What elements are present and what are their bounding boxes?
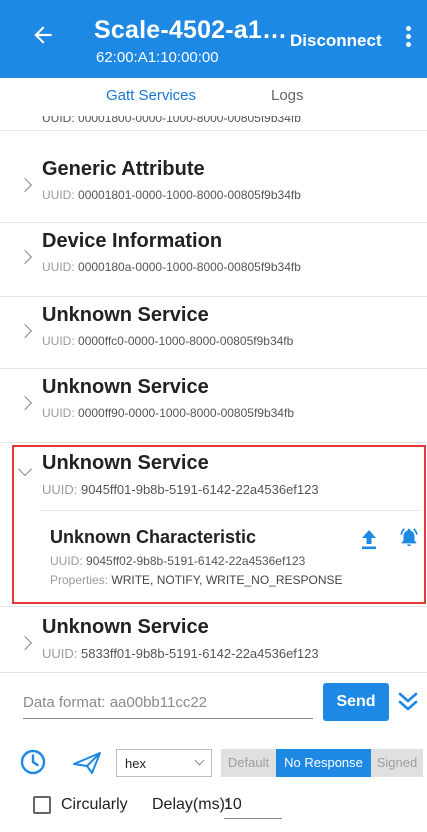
service-item-device-information[interactable]: Device Information UUID: 0000180a-0000-1… <box>0 224 427 296</box>
service-name: Generic Attribute <box>42 158 205 180</box>
data-input[interactable] <box>23 687 313 719</box>
device-mac-address: 62:00:A1:10:00:00 <box>96 49 219 66</box>
tab-bar: Gatt Services Logs <box>0 78 427 116</box>
write-type-signed[interactable]: Signed <box>371 749 423 777</box>
service-name: Device Information <box>42 230 223 252</box>
circularly-checkbox[interactable] <box>33 796 51 814</box>
service-item-unknown-ffc0[interactable]: Unknown Service UUID: 0000ffc0-0000-1000… <box>0 298 427 370</box>
service-name: Unknown Service <box>42 376 209 398</box>
paper-plane-icon[interactable] <box>72 751 102 775</box>
app-bar: Scale-4502-a1… 62:00:A1:10:00:00 Disconn… <box>0 0 427 78</box>
double-chevron-down-icon[interactable] <box>398 691 418 713</box>
data-format-select[interactable]: hex <box>116 749 212 777</box>
divider <box>0 296 427 297</box>
arrow-left-icon[interactable] <box>30 22 56 48</box>
divider <box>0 606 427 607</box>
service-uuid: UUID: 0000ff90-0000-1000-8000-00805f9b34… <box>42 406 294 420</box>
service-uuid: UUID: 0000180a-0000-1000-8000-00805f9b34… <box>42 260 301 274</box>
chevron-right-icon <box>17 395 33 411</box>
tab-gatt-services[interactable]: Gatt Services <box>106 87 196 104</box>
write-type-default[interactable]: Default <box>221 749 276 777</box>
device-name-title: Scale-4502-a1… <box>94 16 288 44</box>
service-uuid: UUID: 5833ff01-9b8b-5191-6142-22a4536ef1… <box>42 646 319 661</box>
chevron-right-icon <box>17 177 33 193</box>
write-panel: Send hex Default No Response Signed Circ… <box>0 672 427 832</box>
delay-input[interactable] <box>224 791 282 819</box>
divider <box>0 130 427 131</box>
data-format-value: hex <box>125 756 146 771</box>
tab-logs[interactable]: Logs <box>271 87 304 104</box>
service-item-unknown-ff90[interactable]: Unknown Service UUID: 0000ff90-0000-1000… <box>0 370 427 442</box>
chevron-right-icon <box>17 323 33 339</box>
disconnect-button[interactable]: Disconnect <box>290 31 382 51</box>
clock-icon[interactable] <box>20 749 46 775</box>
chevron-down-icon <box>194 755 205 766</box>
service-uuid: UUID: 00001801-0000-1000-8000-00805f9b34… <box>42 188 301 202</box>
divider <box>0 368 427 369</box>
service-name: Unknown Service <box>42 616 209 638</box>
delay-label: Delay(ms): <box>152 796 230 813</box>
service-uuid: UUID: 0000ffc0-0000-1000-8000-00805f9b34… <box>42 334 294 348</box>
circularly-label: Circularly <box>61 796 128 813</box>
send-button[interactable]: Send <box>323 683 389 721</box>
service-item-generic-attribute[interactable]: Generic Attribute UUID: 00001801-0000-10… <box>0 152 427 224</box>
highlight-box <box>12 445 426 604</box>
service-name: Unknown Service <box>42 304 209 326</box>
service-uuid: UUID: 00001800-0000-1000-8000-00805f9b34… <box>42 116 301 125</box>
divider <box>0 222 427 223</box>
chevron-right-icon <box>17 635 33 651</box>
chevron-right-icon <box>17 249 33 265</box>
write-type-no-response[interactable]: No Response <box>276 749 371 777</box>
more-vertical-icon[interactable] <box>404 26 412 52</box>
divider <box>0 442 427 443</box>
